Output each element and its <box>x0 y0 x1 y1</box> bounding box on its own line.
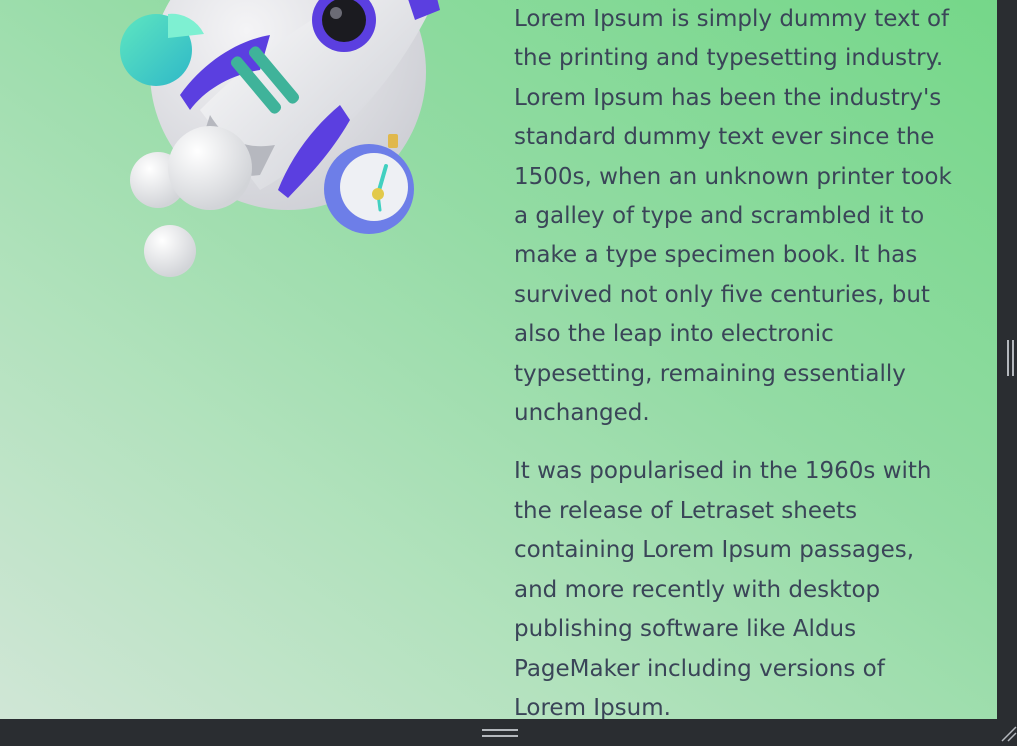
page-viewport: Lorem Ipsum is simply dummy text of the … <box>0 0 997 719</box>
article-text: Lorem Ipsum is simply dummy text of the … <box>514 0 954 719</box>
clouds <box>130 126 252 277</box>
vertical-resize-handle[interactable] <box>1007 340 1015 376</box>
paragraph-history: It was popularised in the 1960s with the… <box>514 458 932 719</box>
horizontal-resize-handle[interactable] <box>482 729 518 739</box>
resize-corner-icon[interactable] <box>999 724 1017 742</box>
rocket-illustration <box>110 0 440 290</box>
paragraph-intro: Lorem Ipsum is simply dummy text of the … <box>514 6 952 427</box>
